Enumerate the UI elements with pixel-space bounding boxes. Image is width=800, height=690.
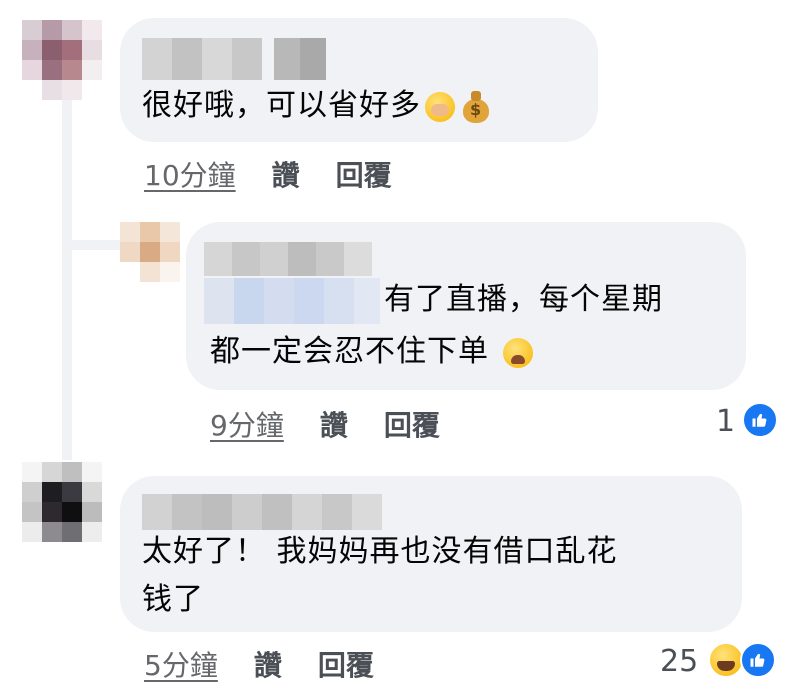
like-button[interactable]: 讚 xyxy=(320,404,348,444)
like-button[interactable]: 讚 xyxy=(272,154,300,194)
comment-bubble: 很好哦，可以省好多 $ xyxy=(120,18,598,142)
comment-text-line2: 都一定会忍不住下单 xyxy=(210,328,533,376)
weary-face-emoji xyxy=(503,337,533,368)
comment-actions: 5分鐘 讚 回覆 xyxy=(144,644,374,684)
timestamp-link[interactable]: 5分鐘 xyxy=(144,644,218,684)
like-reaction-icon xyxy=(742,402,778,438)
money-bag-emoji: $ xyxy=(461,90,491,123)
reply-button[interactable]: 回覆 xyxy=(318,644,374,684)
like-button[interactable]: 讚 xyxy=(254,644,282,684)
hand-over-mouth-emoji xyxy=(425,91,455,122)
comment-text-line1: 有了直播，每个星期 xyxy=(384,282,663,317)
author-name-blurred[interactable] xyxy=(142,38,326,80)
comment-actions: 9分鐘 讚 回覆 xyxy=(210,404,440,444)
mentioned-name-blurred[interactable] xyxy=(204,278,380,324)
timestamp-link[interactable]: 10分鐘 xyxy=(144,154,236,194)
author-name-blurred[interactable] xyxy=(142,494,382,530)
reply-button[interactable]: 回覆 xyxy=(384,404,440,444)
reply-connector xyxy=(62,240,120,250)
comment-actions: 10分鐘 讚 回覆 xyxy=(144,154,392,194)
avatar[interactable] xyxy=(22,462,102,542)
reaction-count[interactable]: 1 xyxy=(716,404,735,439)
avatar[interactable] xyxy=(22,20,102,100)
haha-reaction-icon xyxy=(708,642,744,678)
timestamp-link[interactable]: 9分鐘 xyxy=(210,404,284,444)
thread-line xyxy=(62,100,72,460)
comment-bubble: 太好了！ 我妈妈再也没有借口乱花 钱了 xyxy=(120,476,742,632)
reaction-count[interactable]: 25 xyxy=(660,644,698,679)
avatar[interactable] xyxy=(120,222,180,282)
comment-bubble: 有了直播，每个星期 都一定会忍不住下单 xyxy=(186,222,746,390)
author-name-blurred[interactable] xyxy=(204,242,372,276)
like-reaction-icon xyxy=(740,642,776,678)
reply-button[interactable]: 回覆 xyxy=(336,154,392,194)
comment-text-line2: 钱了 xyxy=(142,582,204,617)
comment-text-line1: 太好了！ 我妈妈再也没有借口乱花 xyxy=(142,534,618,569)
comment-text: 很好哦，可以省好多 $ xyxy=(142,82,491,130)
